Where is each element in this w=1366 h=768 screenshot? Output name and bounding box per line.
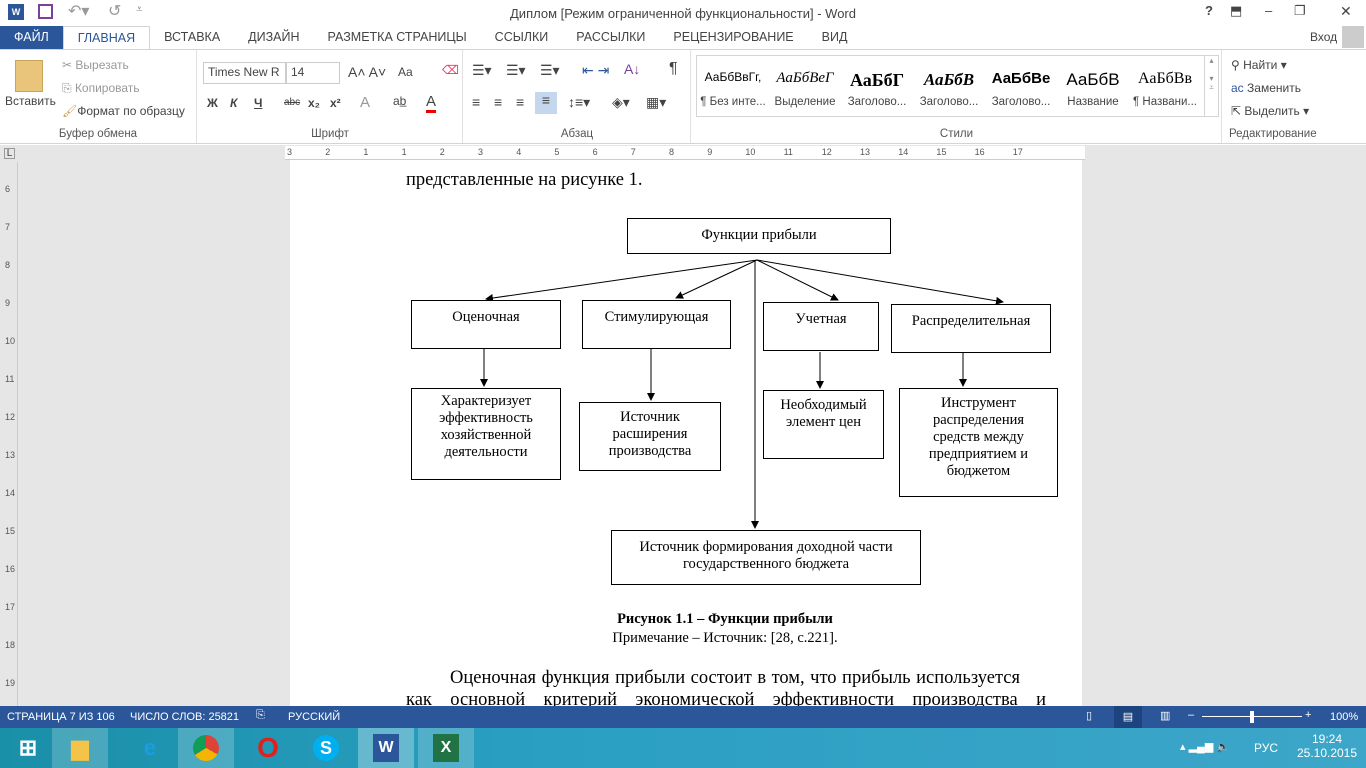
- skype-icon[interactable]: S: [298, 728, 354, 768]
- word-taskbar-icon[interactable]: W: [358, 728, 414, 768]
- input-language[interactable]: РУС: [1254, 741, 1278, 755]
- figure-note: Примечание – Источник: [28, с.221].: [612, 630, 838, 646]
- body-paragraph: как основной критерий экономической эффе…: [406, 690, 1046, 706]
- diagram-function-box: Учетная: [763, 302, 879, 351]
- diagram-connectors: [480, 259, 1004, 529]
- read-mode-icon[interactable]: ▯: [1086, 709, 1092, 722]
- zoom-out-button[interactable]: –: [1188, 709, 1194, 721]
- diagram-description-box: Необходимый элемент цен: [763, 390, 884, 459]
- start-button[interactable]: ⊞: [0, 728, 56, 768]
- diagram-function-box: Оценочная: [411, 300, 561, 349]
- language[interactable]: РУССКИЙ: [288, 711, 340, 723]
- clock[interactable]: 19:24 25.10.2015: [1292, 732, 1362, 760]
- arrow-line: [756, 259, 1004, 305]
- taskbar: ⊞ ▆ e O S W X ▴ ▂▄▆ 🔈 РУС 19:24 25.10.201…: [0, 728, 1366, 768]
- opera-icon[interactable]: O: [240, 728, 296, 768]
- word-count[interactable]: ЧИСЛО СЛОВ: 25821: [130, 711, 239, 723]
- diagram-function-box: Стимулирующая: [582, 300, 731, 349]
- zoom-in-button[interactable]: +: [1305, 709, 1311, 721]
- file-explorer-icon[interactable]: ▆: [52, 728, 108, 768]
- internet-explorer-icon[interactable]: e: [122, 728, 178, 768]
- diagram-description-box: Характеризует эффективность хозяйственно…: [411, 388, 561, 480]
- page-count[interactable]: СТРАНИЦА 7 ИЗ 106: [7, 711, 115, 723]
- web-layout-icon[interactable]: ▥: [1160, 709, 1170, 722]
- diagram-function-box: Распределительная: [891, 304, 1051, 353]
- print-layout-icon[interactable]: ▤: [1114, 706, 1142, 728]
- diagram-description-box: Инструмент распределения средств между п…: [899, 388, 1058, 497]
- diagram-bottom-box: Источник формирования доходной части гос…: [611, 530, 921, 585]
- tray-icons[interactable]: ▴ ▂▄▆ 🔈: [1180, 740, 1230, 753]
- chrome-icon[interactable]: [178, 728, 234, 768]
- excel-taskbar-icon[interactable]: X: [418, 728, 474, 768]
- diagram-root-box: Функции прибыли: [627, 218, 891, 254]
- diagram-description-box: Источник расширения производства: [579, 402, 721, 471]
- figure-caption: Рисунок 1.1 – Функции прибыли: [617, 611, 833, 627]
- zoom-slider-thumb[interactable]: [1250, 711, 1254, 723]
- body-paragraph: Оценочная функция прибыли состоит в том,…: [450, 668, 1020, 688]
- proofing-icon[interactable]: ⎘: [256, 709, 265, 722]
- arrow-line: [756, 259, 839, 301]
- zoom-level[interactable]: 100%: [1330, 711, 1358, 723]
- status-bar: СТРАНИЦА 7 ИЗ 106 ЧИСЛО СЛОВ: 25821 ⎘ РУ…: [0, 706, 1366, 728]
